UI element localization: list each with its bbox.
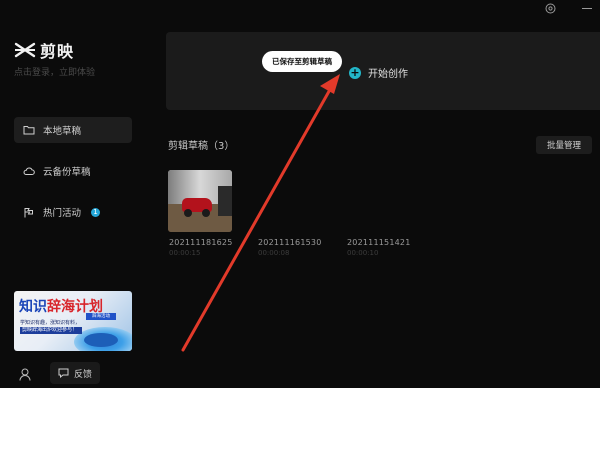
draft-name: 202111151421: [347, 238, 411, 247]
app-window: 剪映 点击登录，立即体验 本地草稿 云备份草稿 热门活动 1 知识辞海计划 辞海…: [0, 0, 600, 388]
sidebar-item-local-drafts[interactable]: 本地草稿: [14, 117, 132, 143]
flag-icon: [24, 207, 33, 217]
drafts-title: 剪辑草稿（3）: [168, 141, 235, 152]
sidebar-item-hot-events[interactable]: 热门活动 1: [14, 199, 132, 225]
draft-card[interactable]: 202111181625 00:00:15: [168, 170, 232, 257]
feedback-label: 反馈: [73, 369, 92, 380]
banner-subtitle: 剪映辞海出炉欢迎参与！: [20, 327, 82, 334]
window-controls: [545, 3, 592, 14]
draft-thumbnail[interactable]: [168, 170, 232, 232]
user-avatar[interactable]: [19, 366, 31, 385]
sidebar-item-label: 云备份草稿: [43, 167, 91, 178]
banner-title-part1: 知识: [19, 299, 47, 315]
folder-icon: [23, 126, 35, 135]
banner-stage-graphic: [84, 333, 118, 347]
cloud-icon: [23, 167, 35, 175]
app-name: 剪映: [40, 42, 75, 61]
banner-subtitle: 学知识有趣，涨知识有料，: [20, 320, 81, 326]
batch-manage-button[interactable]: 批量管理: [536, 136, 592, 154]
toy-car-image: [202, 209, 210, 217]
promo-banner[interactable]: 知识辞海计划 辞海活动 学知识有趣，涨知识有料， 剪映辞海出炉欢迎参与！: [14, 291, 132, 351]
draft-duration: 00:00:08: [258, 249, 290, 257]
start-create-label: 开始创作: [368, 69, 408, 80]
plus-icon: +: [349, 65, 361, 79]
app-logo: 剪映: [14, 38, 74, 62]
saved-toast: 已保存至剪辑草稿: [262, 51, 342, 72]
sidebar-item-cloud-drafts[interactable]: 云备份草稿: [14, 158, 132, 184]
minimize-icon[interactable]: [582, 7, 592, 10]
draft-duration: 00:00:10: [347, 249, 379, 257]
draft-duration: 00:00:15: [169, 249, 201, 257]
capcut-logo-icon: [14, 42, 36, 58]
notification-badge: 1: [91, 207, 101, 217]
settings-icon[interactable]: [545, 3, 556, 14]
feedback-button[interactable]: 反馈: [50, 362, 100, 384]
sidebar-item-label: 热门活动: [43, 208, 82, 219]
toy-car-image: [184, 209, 192, 217]
thumbnail-image: [218, 186, 232, 216]
start-create-button[interactable]: + 开始创作: [349, 65, 408, 80]
sidebar: 剪映 点击登录，立即体验 本地草稿 云备份草稿 热门活动 1 知识辞海计划 辞海…: [0, 0, 150, 388]
draft-name: 202111161530: [258, 238, 322, 247]
login-hint[interactable]: 点击登录，立即体验: [14, 65, 95, 78]
chat-icon: [58, 368, 69, 378]
sidebar-item-label: 本地草稿: [43, 126, 82, 137]
draft-name: 202111181625: [169, 238, 233, 247]
user-icon: [19, 368, 31, 381]
banner-tag: 辞海活动: [86, 313, 116, 320]
